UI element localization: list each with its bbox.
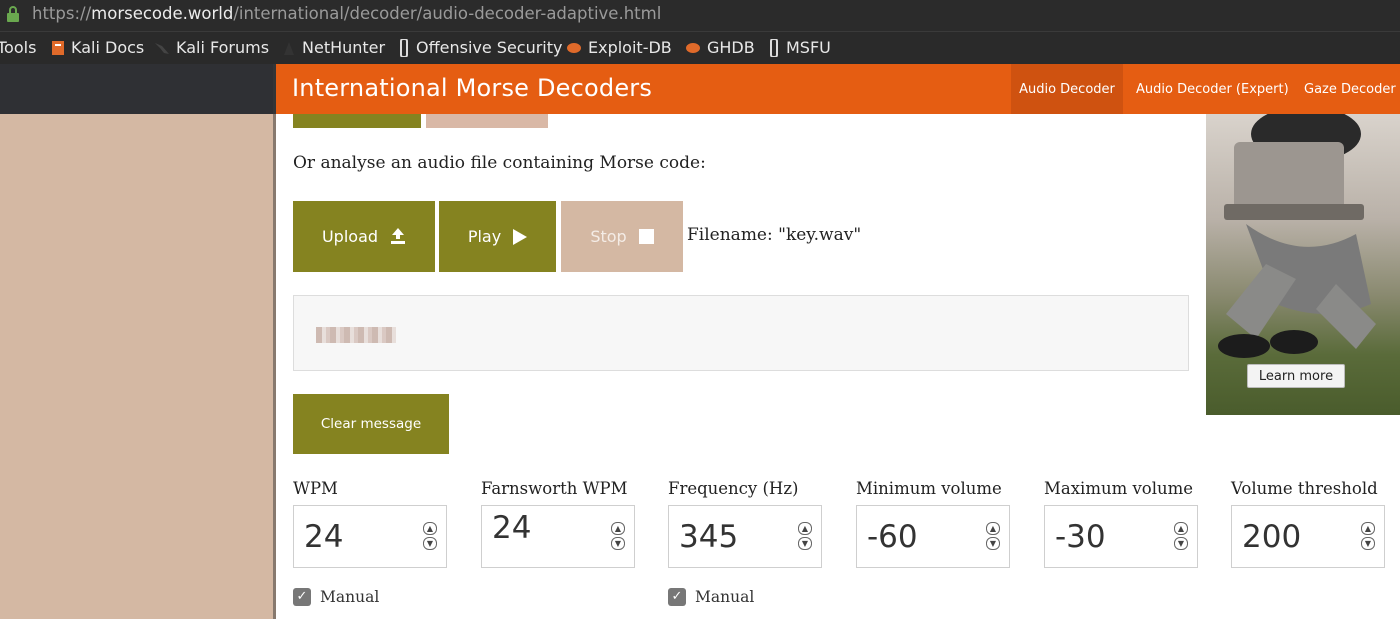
page-divider [273, 64, 276, 619]
spin-down-icon[interactable]: ▼ [611, 537, 625, 550]
min-volume-input[interactable] [857, 506, 977, 567]
bookmark-kali-forums[interactable]: Kali Forums [154, 38, 269, 57]
bookmark-ghdb[interactable]: GHDB [686, 38, 755, 57]
manual-label: Manual [695, 588, 755, 606]
spin-down-icon[interactable]: ▼ [423, 537, 437, 550]
decoded-text-blurred [316, 327, 396, 343]
bookmark-label: Tools [0, 38, 37, 57]
stop-icon [638, 229, 654, 244]
bookmark-offensive-security[interactable]: Offensive Security [398, 38, 562, 57]
max-volume-label: Maximum volume [1044, 479, 1194, 498]
bookmark-msfu[interactable]: MSFU [768, 38, 831, 57]
farnsworth-spinner[interactable]: ▲ ▼ [611, 522, 625, 550]
kali-dragon-icon [155, 42, 169, 54]
upload-icon [391, 228, 406, 244]
bookmark-label: Kali Docs [71, 38, 145, 57]
frequency-field: Frequency (Hz) ▲▼ [668, 479, 822, 568]
nav-audio-decoder[interactable]: Audio Decoder [1011, 64, 1123, 114]
threshold-input[interactable] [1232, 506, 1352, 567]
url-path: /international/decoder/audio-decoder-ada… [233, 4, 662, 23]
frequency-spinner[interactable]: ▲ ▼ [798, 522, 812, 550]
bookmark-exploit-db[interactable]: Exploit-DB [567, 38, 672, 57]
wpm-input[interactable] [294, 506, 414, 567]
threshold-spinner[interactable]: ▲ ▼ [1361, 522, 1375, 550]
spin-up-icon[interactable]: ▲ [1361, 522, 1375, 535]
stop-label: Stop [590, 227, 627, 246]
url-prefix: https:// [32, 4, 92, 23]
spin-up-icon[interactable]: ▲ [1174, 522, 1188, 535]
main-content: Or analyse an audio file containing Mors… [276, 114, 1400, 619]
play-label: Play [467, 227, 502, 246]
filename-text: Filename: "key.wav" [687, 225, 862, 245]
previous-button-partial-disabled [426, 114, 548, 128]
spin-up-icon[interactable]: ▲ [986, 522, 1000, 535]
max-volume-input[interactable] [1045, 506, 1165, 567]
bookmark-label: GHDB [707, 38, 755, 57]
bookmark-label: Exploit-DB [588, 38, 672, 57]
nav-gaze-decoder[interactable]: Gaze Decoder [1304, 64, 1396, 114]
frequency-label: Frequency (Hz) [668, 479, 799, 498]
min-volume-spinner[interactable]: ▲ ▼ [986, 522, 1000, 550]
spin-down-icon[interactable]: ▼ [798, 537, 812, 550]
previous-button-partial[interactable] [293, 114, 421, 128]
msfu-icon [770, 38, 778, 57]
spin-up-icon[interactable]: ▲ [798, 522, 812, 535]
bookmark-nethunter[interactable]: NetHunter [282, 38, 385, 57]
spin-up-icon[interactable]: ▲ [611, 522, 625, 535]
farnsworth-field: Farnsworth WPM ▲▼ [481, 479, 635, 568]
play-button[interactable]: Play [439, 201, 556, 272]
bookmarks-bar: Tools Kali Docs Kali Forums NetHunter Of… [0, 31, 1400, 64]
advertisement-image[interactable]: Learn more [1206, 114, 1400, 415]
upload-button[interactable]: Upload [293, 201, 435, 272]
wpm-field: WPM ▲▼ [293, 479, 447, 568]
play-icon [513, 228, 528, 245]
threshold-field: Volume threshold ▲▼ [1231, 479, 1385, 568]
spin-down-icon[interactable]: ▼ [1361, 537, 1375, 550]
farnsworth-label: Farnsworth WPM [481, 479, 628, 498]
min-volume-label: Minimum volume [856, 479, 1002, 498]
kali-docs-icon [52, 40, 64, 55]
audio-file-intro: Or analyse an audio file containing Mors… [293, 153, 706, 173]
upload-label: Upload [321, 227, 379, 246]
wpm-manual-checkbox[interactable]: ✓ Manual [293, 588, 379, 606]
page-background-side [0, 114, 276, 619]
ghdb-icon [686, 42, 700, 53]
site-header: International Morse Decoders Audio Decod… [276, 64, 1400, 114]
spin-down-icon[interactable]: ▼ [986, 537, 1000, 550]
manual-label: Manual [320, 588, 380, 606]
clear-message-button[interactable]: Clear message [293, 394, 449, 454]
nav-audio-decoder-expert[interactable]: Audio Decoder (Expert) [1136, 64, 1289, 114]
offsec-icon [400, 38, 408, 57]
url-text[interactable]: https://morsecode.world/international/de… [32, 4, 661, 23]
bookmark-label: MSFU [786, 38, 831, 57]
url-domain: morsecode.world [91, 4, 234, 23]
wpm-label: WPM [293, 479, 338, 498]
threshold-label: Volume threshold [1231, 479, 1378, 498]
browser-url-bar[interactable]: https://morsecode.world/international/de… [0, 0, 1400, 31]
checkmark-icon[interactable]: ✓ [668, 588, 686, 606]
bookmark-label: NetHunter [302, 38, 386, 57]
checkmark-icon[interactable]: ✓ [293, 588, 311, 606]
site-title[interactable]: International Morse Decoders [292, 74, 652, 102]
bookmark-kali-docs[interactable]: Kali Docs [52, 38, 144, 57]
decoded-output-area[interactable] [293, 295, 1189, 371]
bookmark-tools[interactable]: Tools [0, 38, 36, 57]
frequency-manual-checkbox[interactable]: ✓ Manual [668, 588, 754, 606]
max-volume-spinner[interactable]: ▲ ▼ [1174, 522, 1188, 550]
spin-up-icon[interactable]: ▲ [423, 522, 437, 535]
page-background-dark [0, 64, 276, 114]
bookmark-label: Offensive Security [416, 38, 563, 57]
spin-down-icon[interactable]: ▼ [1174, 537, 1188, 550]
learn-more-button[interactable]: Learn more [1247, 364, 1345, 388]
farnsworth-input[interactable] [482, 506, 602, 550]
stop-button[interactable]: Stop [561, 201, 683, 272]
nethunter-icon [284, 41, 294, 55]
max-volume-field: Maximum volume ▲▼ [1044, 479, 1198, 568]
frequency-input[interactable] [669, 506, 789, 567]
lock-icon [7, 6, 19, 22]
wpm-spinner[interactable]: ▲ ▼ [423, 522, 437, 550]
exploit-db-icon [567, 42, 581, 53]
bookmark-label: Kali Forums [176, 38, 270, 57]
min-volume-field: Minimum volume ▲▼ [856, 479, 1010, 568]
